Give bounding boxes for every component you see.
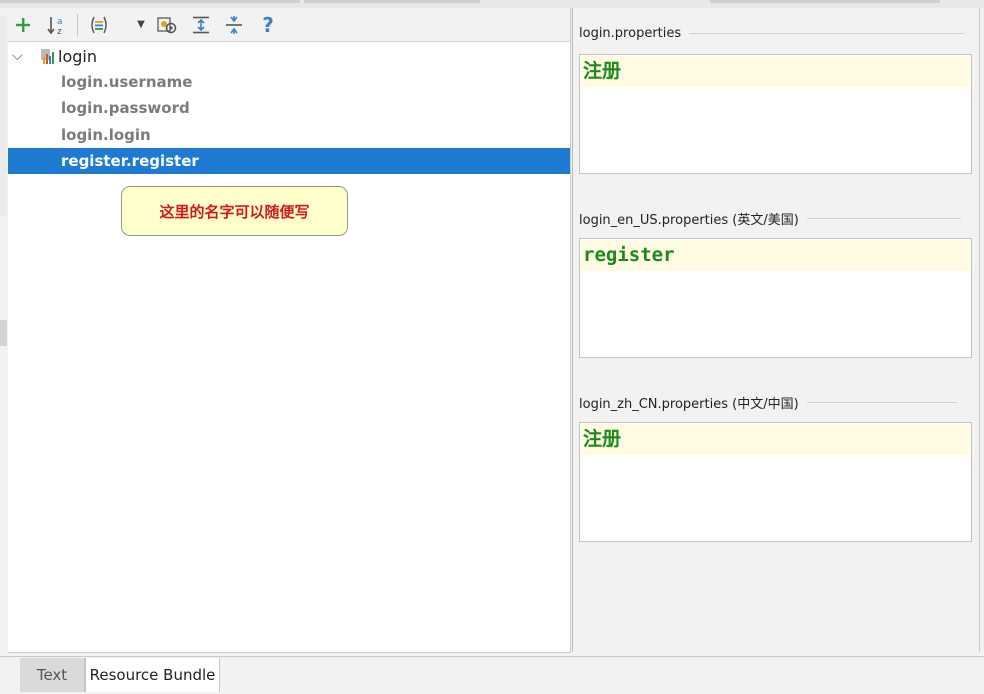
tree-item-login-password[interactable]: login.password [8, 95, 570, 121]
settings-gear-icon [157, 17, 177, 34]
chevron-down-icon[interactable]: ⌵ [12, 48, 23, 64]
gutter-strip [0, 16, 7, 216]
collapse-all-icon [226, 16, 242, 34]
key-label: login.password [61, 99, 190, 117]
tree-root-login[interactable]: ⌵ login [8, 43, 570, 69]
expand-all-icon [193, 16, 209, 34]
add-property-button[interactable] [10, 12, 36, 38]
top-tab-indicator [0, 0, 300, 3]
top-tab-strip [0, 0, 984, 8]
settings-button[interactable] [154, 12, 180, 38]
title-divider [806, 218, 961, 219]
top-tab-indicator [710, 0, 940, 3]
tree-item-login-login[interactable]: login.login [8, 122, 570, 148]
tab-label: Resource Bundle [89, 666, 216, 684]
group-icon [91, 16, 107, 34]
property-value-text[interactable]: 注册 [581, 424, 970, 455]
property-file-name: login_zh_CN.properties (中文/中国) [579, 397, 799, 412]
sort-az-icon: a z [47, 17, 63, 36]
key-label: login.login [61, 126, 151, 144]
plus-icon [16, 18, 30, 32]
property-file-title: login_en_US.properties (英文/美国) [579, 209, 961, 228]
gutter-marker [0, 320, 7, 346]
property-file-title: login_zh_CN.properties (中文/中国) [579, 393, 957, 412]
property-value-text[interactable]: register [581, 240, 970, 271]
resource-bundle-icon [41, 49, 54, 64]
tab-resource-bundle[interactable]: Resource Bundle [85, 658, 220, 692]
property-value-editor[interactable]: 注册 [579, 422, 972, 542]
bundle-toolbar: a z ▼ ? [8, 8, 570, 42]
tree-item-login-username[interactable]: login.username [8, 69, 570, 95]
dropdown-arrow-icon: ▼ [137, 19, 145, 30]
top-tab-indicator [304, 0, 480, 3]
annotation-callout: 这里的名字可以随便写 [121, 186, 348, 236]
help-icon: ? [262, 13, 274, 37]
tree-item-register-register[interactable]: register.register [8, 148, 570, 174]
group-by-prefix-button[interactable] [86, 12, 112, 38]
tab-text[interactable]: Text [20, 658, 85, 692]
dropdown-arrow-button[interactable]: ▼ [128, 12, 154, 38]
resource-keys-panel: a z ▼ ? ⌵ login login.username login.pas… [8, 8, 571, 653]
collapse-all-button[interactable] [221, 12, 247, 38]
expand-all-button[interactable] [188, 12, 214, 38]
help-button[interactable]: ? [255, 12, 281, 38]
sort-alphabetically-button[interactable]: a z [44, 12, 70, 38]
property-value-editor[interactable]: 注册 [579, 54, 972, 174]
tab-label: Text [36, 666, 68, 684]
title-divider [689, 33, 965, 34]
left-gutter [0, 8, 8, 658]
toolbar-separator [77, 14, 78, 36]
svg-text:z: z [57, 27, 62, 36]
property-file-name: login.properties [579, 26, 682, 41]
property-values-panel: login.properties 注册 login_en_US.properti… [572, 8, 980, 652]
svg-text:a: a [57, 17, 63, 27]
title-divider [806, 402, 957, 403]
key-label: login.username [61, 73, 193, 91]
property-file-name: login_en_US.properties (英文/美国) [579, 213, 799, 228]
tree-root-label: login [58, 46, 97, 66]
property-value-text[interactable]: 注册 [581, 56, 970, 87]
key-label: register.register [61, 152, 199, 170]
property-file-title: login.properties [579, 26, 965, 41]
property-value-editor[interactable]: register [579, 238, 972, 358]
editor-bottom-tabs: Text Resource Bundle [0, 656, 984, 694]
